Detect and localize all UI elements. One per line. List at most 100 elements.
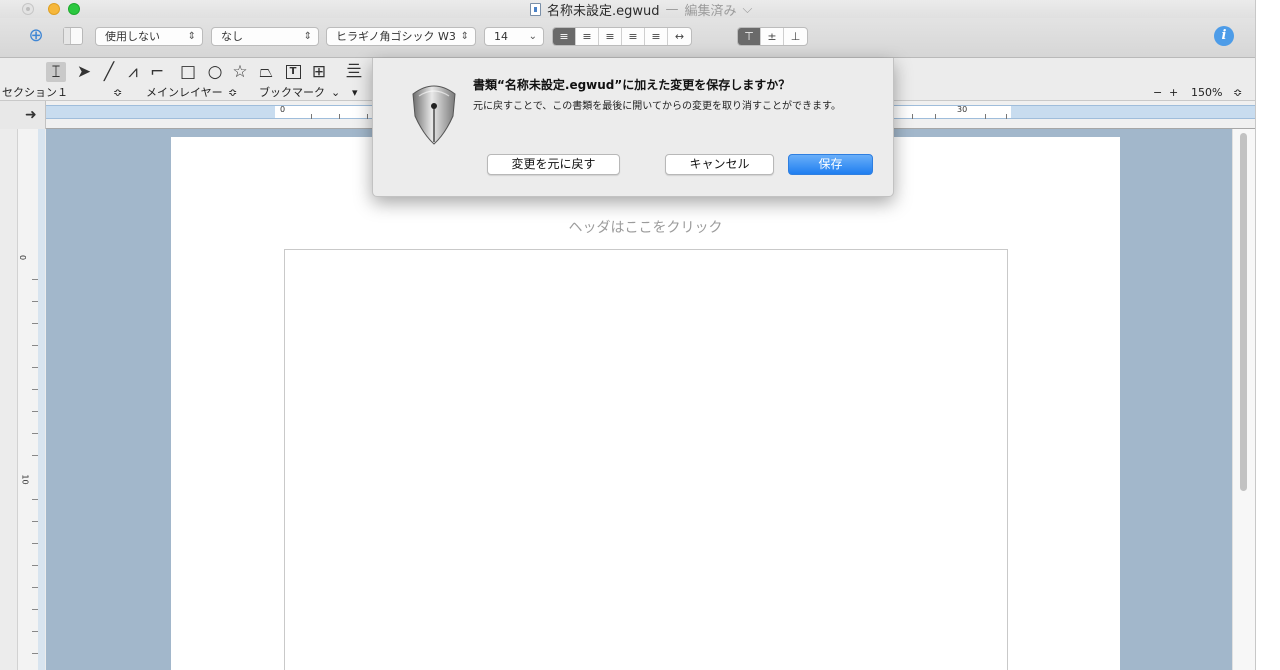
vruler-tick — [32, 609, 38, 610]
triangle-down-icon[interactable]: ▾ — [352, 85, 358, 100]
header-placeholder[interactable]: ヘッダはここをクリック — [171, 217, 1120, 237]
star-tool-icon[interactable]: ☆ — [230, 62, 250, 82]
vertical-scrollbar[interactable] — [1232, 129, 1255, 670]
vruler-tick — [32, 301, 38, 302]
app-window: 名称未設定.egwud — 編集済み ⌵ ⊕ 使用しない ⇕ なし ⇕ ヒラギノ… — [0, 0, 1256, 670]
chevron-down-icon: ⌄ — [528, 31, 537, 42]
cancel-button[interactable]: キャンセル — [665, 154, 774, 175]
bookmark-popup[interactable]: ブックマーク — [259, 85, 325, 100]
vruler-tick — [32, 499, 38, 500]
save-button[interactable]: 保存 — [788, 154, 873, 175]
document-icon — [530, 2, 541, 16]
zoom-out-button[interactable]: − — [1153, 85, 1162, 100]
section-popup[interactable]: セクション１ — [2, 85, 68, 100]
ruler-label: 0 — [280, 105, 286, 114]
arrow-pointer-tool-icon[interactable]: ➤ — [74, 62, 94, 82]
align-middle-icon[interactable]: ± — [761, 28, 784, 45]
vruler-tick — [32, 323, 38, 324]
font-popup[interactable]: ヒラギノ角ゴシック W3 ⇕ — [326, 27, 476, 46]
vruler-tick — [32, 433, 38, 434]
ruler-tick — [311, 114, 312, 119]
line-popup[interactable]: なし ⇕ — [211, 27, 319, 46]
fountain-pen-icon — [412, 85, 456, 145]
document-canvas[interactable]: ヘッダはここをクリック — [46, 129, 1232, 670]
wrap-popup[interactable]: 使用しない ⇕ — [95, 27, 203, 46]
sidebar-toggle-button[interactable] — [63, 27, 83, 45]
paragraph-alignment-control: ≡ ≡ ≡ ≡ ≡ ↔ — [552, 27, 692, 46]
window-title-text: 名称未設定.egwud — [547, 3, 660, 19]
info-icon[interactable]: i — [1214, 26, 1234, 46]
vruler-tick — [32, 587, 38, 588]
font-size-combo[interactable]: 14 ⌄ — [484, 27, 544, 46]
zoom-in-button[interactable]: + — [1169, 85, 1178, 100]
indent-arrow-icon: ➜ — [25, 107, 37, 123]
sheet-title: 書類“名称未設定.egwud”に加えた変更を保存しますか？ — [473, 78, 791, 92]
vruler-tick — [32, 631, 38, 632]
scrollbar-thumb[interactable] — [1240, 133, 1247, 491]
zoom-button[interactable] — [68, 3, 80, 15]
ruler-corner[interactable]: ➜ — [0, 101, 46, 129]
line-tool-icon[interactable]: ╱ — [99, 62, 119, 82]
body-text-frame[interactable] — [284, 249, 1008, 670]
ruler-tick — [912, 114, 913, 119]
text-box-tool-icon[interactable]: T — [283, 62, 303, 82]
vruler-label: 0 — [18, 254, 28, 261]
vertical-alignment-control: ⊤ ± ⊥ — [737, 27, 808, 46]
vruler-tick — [32, 367, 38, 368]
align-center-icon[interactable]: ≡ — [576, 28, 599, 45]
updown-icon: ≎ — [228, 86, 238, 99]
text-cursor-tool-icon[interactable]: 𝙸 — [46, 62, 66, 82]
vruler-tick — [32, 411, 38, 412]
ruler-tick — [367, 114, 368, 119]
edited-status: 編集済み — [684, 3, 737, 19]
polyline-tool-icon[interactable]: ⩘ — [123, 62, 143, 82]
updown-icon: ≎ — [1233, 86, 1243, 99]
align-left-icon[interactable]: ≡ — [553, 28, 576, 45]
ellipse-tool-icon[interactable]: ○ — [205, 62, 225, 82]
zoom-level-popup[interactable]: 150% — [1191, 85, 1222, 100]
align-justify-icon[interactable]: ≡ — [622, 28, 645, 45]
distribute-icon[interactable]: ↔ — [668, 28, 691, 45]
revert-button[interactable]: 変更を元に戻す — [487, 154, 620, 175]
wrap-popup-label: 使用しない — [105, 30, 160, 43]
vertical-ruler[interactable]: 0 10 — [18, 129, 45, 670]
title-bar: 名称未設定.egwud — 編集済み ⌵ — [0, 0, 1255, 19]
updown-icon: ⇕ — [303, 31, 312, 42]
line-popup-label: なし — [221, 30, 243, 43]
table-tool-icon[interactable]: ⊞ — [309, 62, 329, 82]
title-separator: — — [665, 1, 679, 17]
ruler-tick — [985, 114, 986, 119]
line-spacing-icon[interactable]: ≡ — [645, 28, 668, 45]
ruler-tick — [339, 114, 340, 119]
vruler-label: 10 — [20, 474, 30, 485]
vruler-tick — [32, 279, 38, 280]
ruler-tick — [1006, 114, 1007, 119]
desktop-background — [1256, 0, 1280, 670]
align-top-icon[interactable]: ⊤ — [738, 28, 761, 45]
minimize-button[interactable] — [48, 3, 60, 15]
document-page[interactable]: ヘッダはここをクリック — [171, 137, 1120, 670]
font-popup-label: ヒラギノ角ゴシック W3 — [336, 30, 456, 43]
window-title[interactable]: 名称未設定.egwud — 編集済み ⌵ — [530, 1, 752, 19]
updown-icon: ≎ — [113, 86, 123, 99]
vruler-tick — [32, 543, 38, 544]
crosshair-icon[interactable]: ⊕ — [25, 26, 47, 46]
polygon-tool-icon[interactable]: ⏢ — [256, 62, 276, 82]
updown-icon: ⇕ — [460, 31, 469, 42]
left-strip — [0, 129, 18, 670]
layer-popup[interactable]: メインレイヤー — [146, 85, 223, 100]
align-right-icon[interactable]: ≡ — [599, 28, 622, 45]
close-button[interactable] — [22, 3, 34, 15]
vruler-tick — [32, 565, 38, 566]
save-changes-sheet: 書類“名称未設定.egwud”に加えた変更を保存しますか？ 元に戻すことで、この… — [372, 58, 894, 197]
ruler-tick — [935, 114, 936, 119]
rectangle-tool-icon[interactable]: □ — [178, 62, 198, 82]
align-bottom-icon[interactable]: ⊥ — [784, 28, 807, 45]
vruler-tick — [32, 389, 38, 390]
connector-tool-icon[interactable]: ⌐ — [147, 62, 167, 82]
vruler-tick — [32, 455, 38, 456]
updown-icon: ⇕ — [187, 31, 196, 42]
ruby-tool-icon[interactable]: 亖 — [344, 62, 364, 82]
vruler-tick — [32, 345, 38, 346]
vruler-tick — [32, 653, 38, 654]
